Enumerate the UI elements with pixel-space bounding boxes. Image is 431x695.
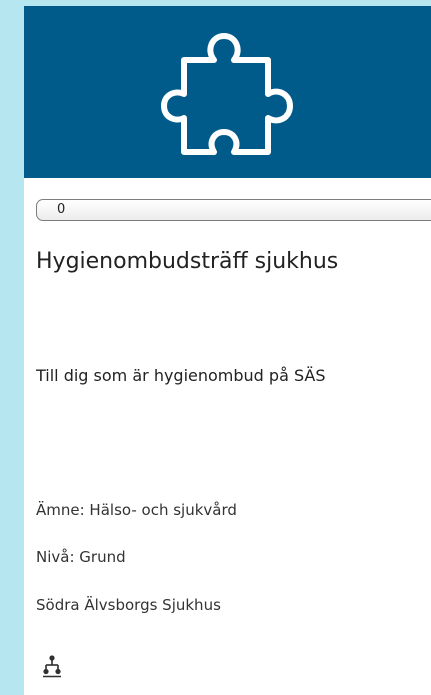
puzzle-piece-icon: [161, 33, 293, 155]
course-organization: Södra Älvsborgs Sjukhus: [36, 596, 221, 614]
course-level: Nivå: Grund: [36, 548, 126, 566]
course-card[interactable]: 0 Hygienombudsträff sjukhus Till dig som…: [24, 6, 431, 695]
course-progress-bar: 0: [36, 199, 431, 221]
progress-value: 0: [57, 202, 66, 217]
network-icon[interactable]: [41, 653, 63, 679]
course-subject: Ämne: Hälso- och sjukvård: [36, 501, 237, 519]
course-intro-text: Till dig som är hygienombud på SÄS: [36, 366, 326, 385]
course-banner: [24, 6, 431, 178]
course-title[interactable]: Hygienombudsträff sjukhus: [36, 248, 338, 276]
